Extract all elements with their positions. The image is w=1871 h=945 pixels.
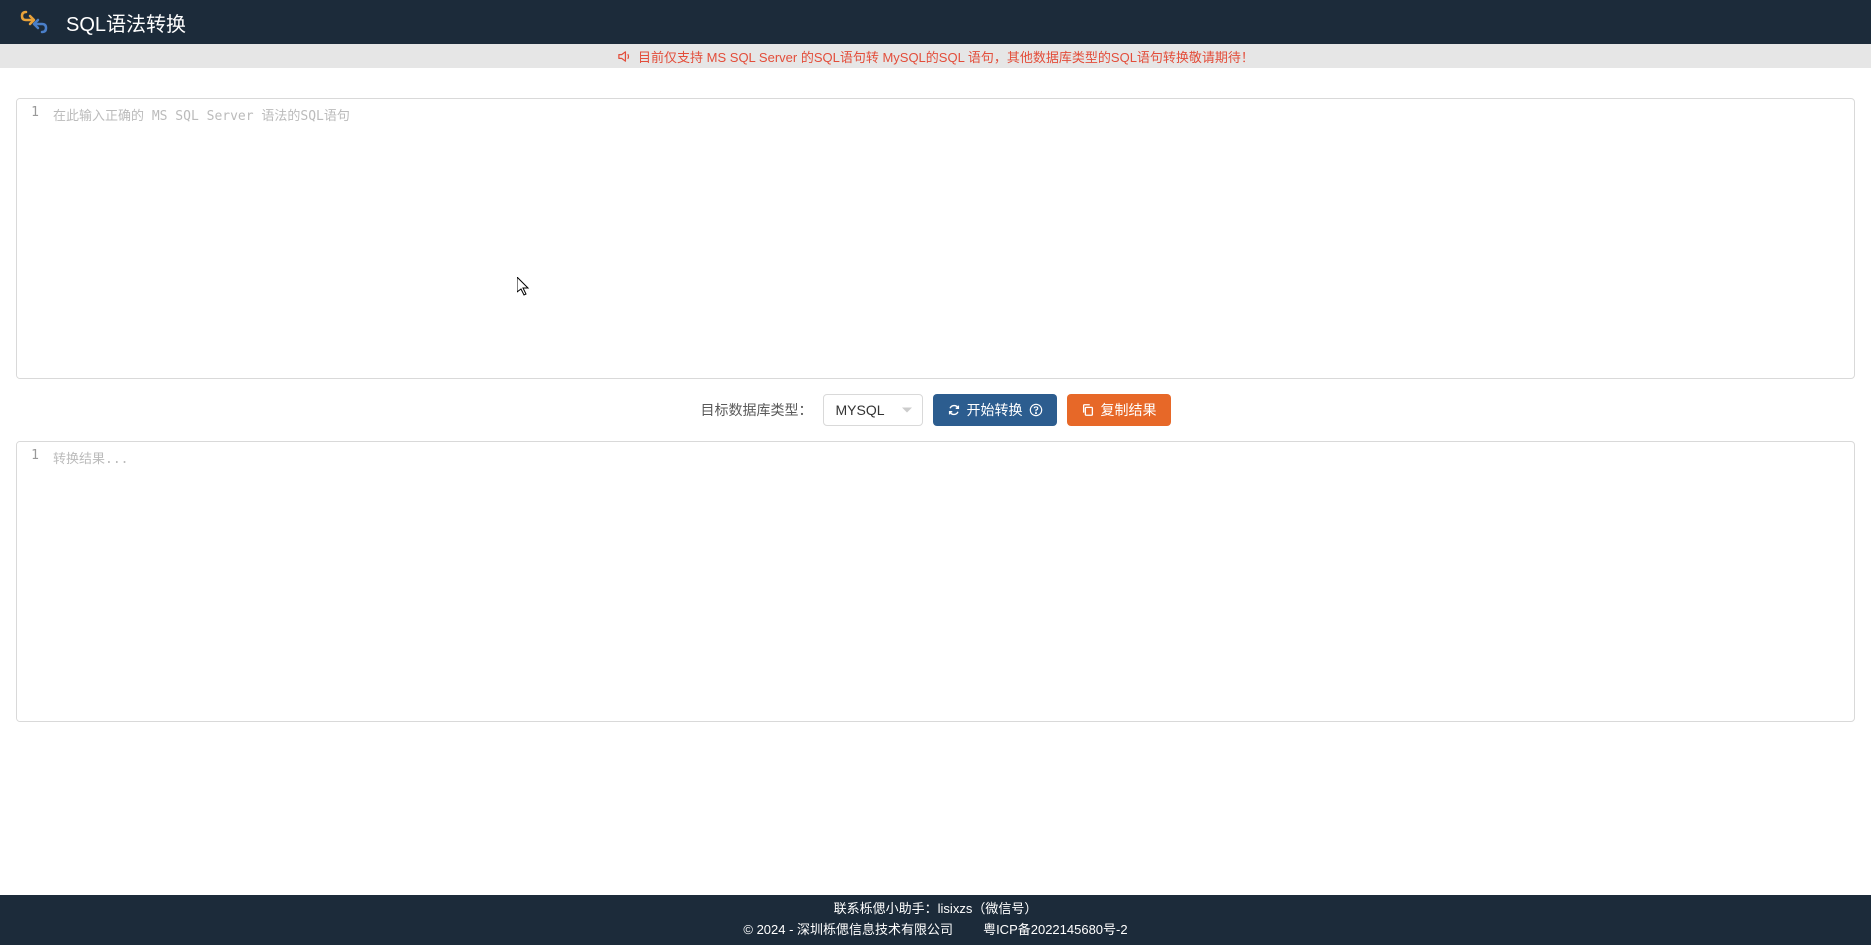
- output-code-editor[interactable]: 1 转换结果...: [16, 441, 1855, 722]
- copy-result-button[interactable]: 复制结果: [1067, 394, 1171, 426]
- app-title: SQL语法转换: [66, 8, 186, 37]
- app-header: SQL语法转换: [0, 0, 1871, 44]
- target-db-label: 目标数据库类型：: [701, 400, 813, 420]
- input-line-gutter: 1: [17, 99, 45, 378]
- footer-copyright: © 2024 - 深圳栎偲信息技术有限公司: [743, 920, 953, 941]
- target-db-value: MYSQL: [836, 402, 885, 418]
- copy-button-label: 复制结果: [1101, 400, 1157, 420]
- question-circle-icon: [1029, 403, 1043, 417]
- input-code-editor[interactable]: 1 在此输入正确的 MS SQL Server 语法的SQL语句: [16, 98, 1855, 379]
- convert-button-label: 开始转换: [967, 400, 1023, 420]
- speaker-icon: [617, 49, 632, 64]
- footer-bottom-row: © 2024 - 深圳栎偲信息技术有限公司 粤ICP备2022145680号-2: [0, 920, 1871, 941]
- line-number: 1: [17, 105, 39, 120]
- controls-row: 目标数据库类型： MYSQL 开始转换: [16, 379, 1855, 441]
- refresh-icon: [947, 403, 961, 417]
- copy-icon: [1081, 403, 1095, 417]
- main-content: 1 在此输入正确的 MS SQL Server 语法的SQL语句 目标数据库类型…: [0, 68, 1871, 722]
- line-number: 1: [17, 448, 39, 463]
- footer: 联系栎偲小助手：lisixzs（微信号） © 2024 - 深圳栎偲信息技术有限…: [0, 895, 1871, 945]
- notice-bar: 目前仅支持 MS SQL Server 的SQL语句转 MySQL的SQL 语句…: [0, 44, 1871, 68]
- output-line-gutter: 1: [17, 442, 45, 721]
- footer-contact: 联系栎偲小助手：lisixzs（微信号）: [0, 899, 1871, 920]
- input-code-area[interactable]: 在此输入正确的 MS SQL Server 语法的SQL语句: [45, 99, 1854, 378]
- notice-text: 目前仅支持 MS SQL Server 的SQL语句转 MySQL的SQL 语句…: [638, 47, 1254, 66]
- footer-icp[interactable]: 粤ICP备2022145680号-2: [983, 920, 1128, 941]
- target-db-select[interactable]: MYSQL: [823, 394, 923, 426]
- convert-button[interactable]: 开始转换: [933, 394, 1057, 426]
- logo-area: SQL语法转换: [20, 8, 186, 37]
- app-logo-icon: [20, 8, 48, 36]
- output-code-area[interactable]: 转换结果...: [45, 442, 1854, 721]
